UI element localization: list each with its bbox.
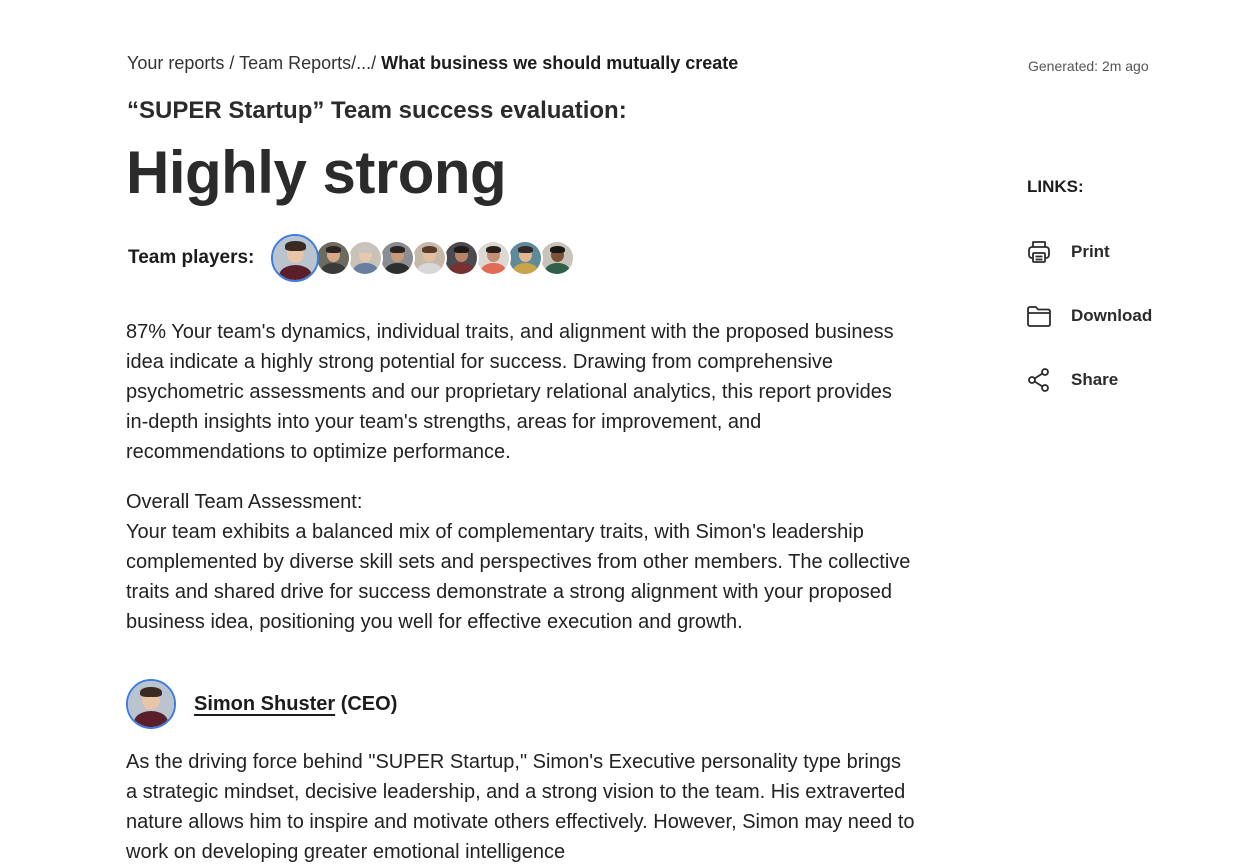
breadcrumb-team-reports[interactable]: Team Reports/ (239, 53, 356, 73)
print-link[interactable]: Print (1026, 239, 1110, 265)
avatar-torso (545, 263, 570, 274)
team-player-5-avatar[interactable] (411, 240, 448, 276)
team-avatars (271, 234, 576, 282)
printer-icon (1026, 239, 1052, 265)
summary-text: 87% Your team's dynamics, individual tra… (126, 321, 894, 463)
avatar-hair (486, 245, 501, 253)
share-icon (1026, 367, 1052, 393)
avatar-torso (385, 263, 410, 274)
avatar-torso (353, 263, 378, 274)
team-player-8-avatar[interactable] (507, 240, 544, 276)
assessment-section: Overall Team Assessment: Your team exhib… (126, 487, 916, 637)
team-players-label: Team players: (128, 247, 255, 268)
print-label: Print (1071, 242, 1110, 261)
member-description: As the driving force behind "SUPER Start… (126, 751, 915, 863)
avatar-torso (417, 263, 442, 274)
avatar-torso (513, 263, 538, 274)
team-players-row: Team players: (128, 233, 576, 283)
avatar-torso (321, 263, 346, 274)
breadcrumb: Your reports / Team Reports/.../ What bu… (127, 53, 738, 74)
avatar-hair (390, 245, 405, 253)
team-player-4-avatar[interactable] (379, 240, 416, 276)
member-role: (CEO) (335, 692, 398, 715)
download-link[interactable]: Download (1026, 303, 1152, 329)
evaluation-label: “SUPER Startup” Team success evaluation: (127, 97, 627, 124)
summary-paragraph: 87% Your team's dynamics, individual tra… (126, 317, 916, 467)
assessment-body: Your team exhibits a balanced mix of com… (126, 521, 911, 633)
share-link[interactable]: Share (1026, 367, 1118, 393)
team-player-2-avatar[interactable] (315, 240, 352, 276)
avatar-hair (285, 241, 306, 251)
team-player-9-avatar[interactable] (539, 240, 576, 276)
avatar-hair (454, 245, 469, 253)
member-name-link[interactable]: Simon Shuster (194, 693, 335, 715)
assessment-heading: Overall Team Assessment: (126, 491, 363, 513)
member-header: Simon Shuster (CEO) (126, 679, 397, 729)
avatar-hair (422, 245, 437, 253)
member-title: Simon Shuster (CEO) (194, 693, 397, 716)
team-player-1-avatar[interactable] (271, 234, 320, 282)
avatar-hair (550, 245, 565, 253)
team-player-3-avatar[interactable] (347, 240, 384, 276)
share-label: Share (1071, 370, 1119, 389)
breadcrumb-separator: / (224, 53, 240, 73)
generated-timestamp: Generated: 2m ago (1028, 58, 1149, 74)
avatar-hair (326, 245, 341, 253)
breadcrumb-separator: / (371, 53, 382, 73)
links-title: LINKS: (1027, 177, 1084, 196)
avatar-torso (133, 711, 169, 727)
folder-icon (1026, 303, 1052, 329)
member-description-paragraph: As the driving force behind "SUPER Start… (126, 747, 916, 867)
breadcrumb-current: What business we should mutually create (381, 53, 739, 73)
avatar-hair (358, 245, 373, 253)
avatar-hair (140, 686, 162, 697)
team-player-7-avatar[interactable] (475, 240, 512, 276)
breadcrumb-your-reports[interactable]: Your reports (127, 53, 224, 73)
breadcrumb-ellipsis[interactable]: ... (356, 53, 371, 73)
download-label: Download (1071, 306, 1153, 325)
avatar[interactable] (126, 679, 176, 729)
avatar-hair (518, 245, 533, 253)
avatar-torso (449, 263, 474, 274)
page-title: Highly strong (126, 139, 507, 206)
avatar-torso (278, 265, 313, 280)
team-player-6-avatar[interactable] (443, 240, 480, 276)
avatar-torso (481, 263, 506, 274)
